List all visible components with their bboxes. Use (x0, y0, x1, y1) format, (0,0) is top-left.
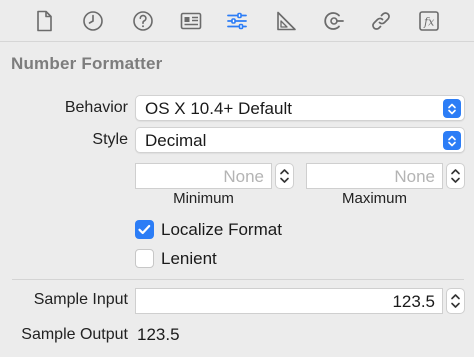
minimum-caption: Minimum (173, 190, 234, 207)
maximum-caption: Maximum (341, 190, 407, 207)
size-icon[interactable] (273, 8, 299, 34)
behavior-popup[interactable]: OS X 10.4+ Default (135, 95, 465, 121)
style-label: Style (92, 131, 128, 148)
file-inspector-icon[interactable] (31, 8, 57, 34)
style-value: Decimal (145, 131, 207, 150)
connections-icon[interactable] (321, 8, 347, 34)
help-icon[interactable] (130, 8, 156, 34)
section-title: Number Formatter (11, 54, 163, 73)
maximum-field[interactable]: None (306, 163, 443, 189)
sample-input-stepper[interactable] (446, 288, 465, 314)
sample-input-label: Sample Input (33, 291, 128, 308)
lenient-label[interactable]: Lenient (161, 249, 217, 269)
svg-text:fx: fx (423, 16, 435, 29)
chevron-updown-icon (443, 99, 461, 118)
localize-format-label[interactable]: Localize Format (161, 220, 282, 240)
sample-output-value: 123.5 (137, 325, 180, 344)
bindings-icon[interactable] (368, 8, 394, 34)
inspector-toolbar: fx (0, 0, 474, 42)
history-icon[interactable] (80, 8, 106, 34)
minimum-stepper[interactable] (275, 163, 294, 189)
behavior-label: Behavior (64, 99, 128, 116)
localize-format-checkbox[interactable] (135, 220, 154, 239)
chevron-updown-icon (443, 131, 461, 150)
minimum-field[interactable]: None (135, 163, 272, 189)
lenient-checkbox[interactable] (135, 249, 154, 268)
style-popup[interactable]: Decimal (135, 127, 465, 153)
divider (12, 279, 464, 280)
checkmark-icon (138, 224, 151, 235)
identity-icon[interactable] (178, 8, 204, 34)
minimum-placeholder: None (223, 167, 264, 186)
behavior-value: OS X 10.4+ Default (145, 99, 292, 118)
maximum-placeholder: None (394, 167, 435, 186)
attributes-icon[interactable] (224, 8, 250, 34)
sample-input-value: 123.5 (392, 292, 435, 311)
maximum-stepper[interactable] (446, 163, 465, 189)
sample-input-field[interactable]: 123.5 (135, 288, 443, 314)
sample-output-label: Sample Output (21, 326, 128, 343)
effects-icon[interactable]: fx (416, 8, 442, 34)
